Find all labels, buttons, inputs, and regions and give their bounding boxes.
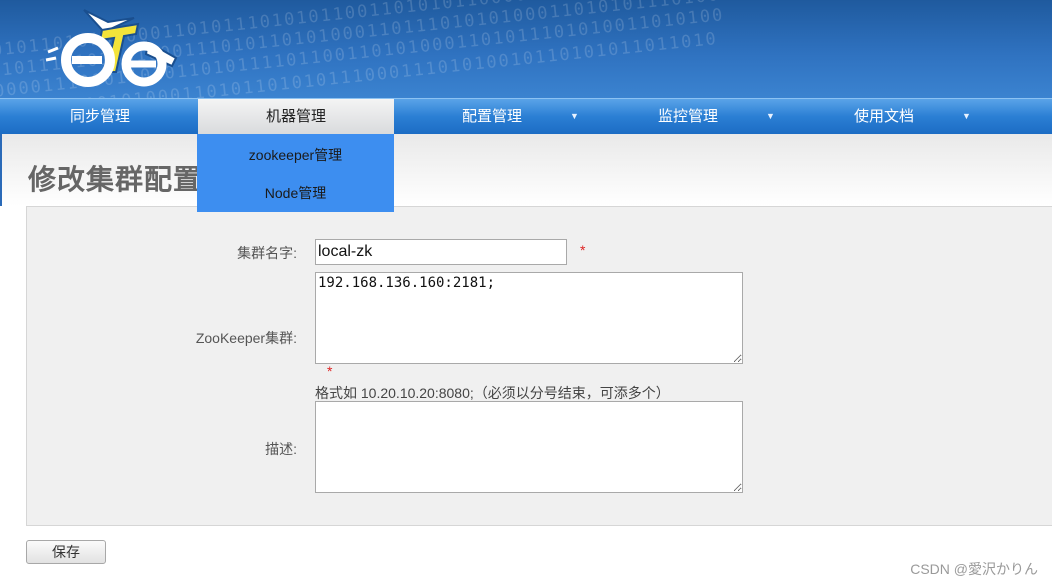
nav-item-label: 同步管理 (69, 108, 130, 125)
page-title-bar: 修改集群配置 (0, 134, 1052, 206)
caret-down-icon: ▼ (570, 111, 579, 121)
dropdown-item-zookeeper[interactable]: zookeeper管理 (197, 136, 394, 174)
nav-item-label: 配置管理 (461, 108, 522, 125)
watermark: CSDN @愛沢かりん (910, 561, 1038, 577)
edit-cluster-form: 集群名字: * ZooKeeper集群: 192.168.136.160:218… (26, 206, 1052, 526)
machine-dropdown-menu: zookeeper管理 Node管理 (197, 134, 394, 212)
caret-down-icon: ▼ (766, 111, 775, 121)
required-mark: * (580, 242, 586, 258)
nav-item-monitor[interactable]: 监控管理 (590, 99, 786, 135)
required-mark: * (327, 363, 333, 379)
page-title: 修改集群配置 (28, 163, 203, 196)
nav-item-label: 监控管理 (657, 108, 718, 125)
cluster-name-input[interactable] (315, 239, 567, 265)
description-label: 描述: (265, 441, 297, 457)
main-nav: 同步管理 机器管理 配置管理 ▼ 监控管理 ▼ 使用文档 ▼ (0, 98, 1052, 135)
header-banner: 0101101010100011010111010101100110101011… (0, 0, 1052, 98)
nav-item-config[interactable]: 配置管理 (394, 99, 590, 135)
nav-item-machine[interactable]: 机器管理 (198, 99, 394, 135)
zk-format-hint: 格式如 10.20.10.20:8080;（必须以分号结束，可添多个） (315, 385, 670, 401)
zk-cluster-label: ZooKeeper集群: (195, 330, 297, 346)
nav-item-docs[interactable]: 使用文档 (786, 99, 982, 135)
logo-icon (45, 9, 178, 87)
nav-item-label: 机器管理 (265, 108, 326, 125)
caret-down-icon: ▼ (962, 111, 971, 121)
description-textarea[interactable] (315, 401, 743, 493)
save-button[interactable]: 保存 (26, 540, 106, 564)
nav-item-label: 使用文档 (853, 108, 914, 125)
dropdown-item-node[interactable]: Node管理 (197, 174, 394, 212)
nav-item-sync[interactable]: 同步管理 (2, 99, 198, 135)
zk-cluster-textarea[interactable]: 192.168.136.160:2181; (315, 272, 743, 364)
cluster-name-label: 集群名字: (237, 245, 297, 261)
